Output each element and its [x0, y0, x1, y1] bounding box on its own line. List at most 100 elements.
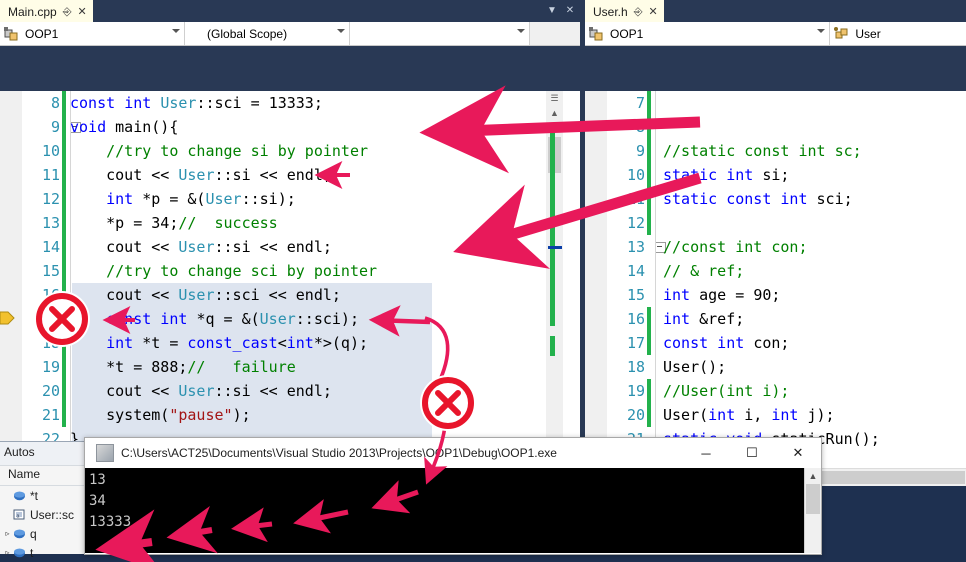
left-code-text[interactable]: const int User::sci = 13333; void main(){… [70, 91, 377, 475]
change-bar [62, 355, 66, 379]
code-line[interactable]: static const int sci; [663, 187, 880, 211]
code-line[interactable] [663, 211, 880, 235]
code-token: 13333 [268, 94, 314, 112]
line-number: 20 [626, 406, 645, 424]
code-line[interactable] [663, 91, 880, 115]
code-line[interactable]: int *p = &(User::si); [70, 187, 377, 211]
autos-row-name: User::sc [30, 507, 75, 522]
code-line[interactable]: int &ref; [663, 307, 880, 331]
static-icon: a [13, 509, 27, 521]
svg-text:a: a [17, 513, 20, 519]
autos-row[interactable]: ▹ q [0, 524, 86, 543]
console-output-text: 13 34 13333 [89, 472, 132, 530]
code-line[interactable]: const int con; [663, 331, 880, 355]
tab-user-h[interactable]: User.h ⎆ ✕ [585, 0, 664, 23]
code-line[interactable]: User(int i, int j); [663, 403, 880, 427]
code-line[interactable]: cout << User::si << endl; [70, 235, 377, 259]
tab-list-dropdown-icon[interactable]: ▼ [544, 2, 560, 20]
project-dropdown[interactable]: OOP1 [0, 22, 186, 45]
map-change-mark [550, 336, 555, 356]
scroll-up-arrow-icon[interactable]: ▲ [546, 106, 563, 121]
expander-icon[interactable]: ▹ [2, 529, 13, 538]
scroll-split-icon[interactable]: ☰ [546, 91, 563, 106]
right-nav-bar: OOP1 User [585, 22, 966, 46]
field-icon [13, 490, 27, 502]
code-line[interactable]: cout << User::si << endl; [70, 379, 377, 403]
code-line[interactable]: //User(int i); [663, 379, 880, 403]
autos-row[interactable]: a User::sc [0, 505, 86, 524]
minimize-button[interactable]: ─ [683, 438, 729, 468]
code-line[interactable]: int age = 90; [663, 283, 880, 307]
console-scrollbar[interactable]: ▲ [804, 468, 821, 553]
code-token: const int [106, 310, 197, 328]
maximize-button[interactable]: ☐ [729, 438, 775, 468]
console-output-area[interactable]: 13 34 13333 ▲ [85, 468, 821, 553]
code-line[interactable]: void main(){ [70, 115, 377, 139]
code-line[interactable] [663, 115, 880, 139]
close-button[interactable]: ✕ [775, 438, 821, 468]
scroll-up-arrow-icon[interactable]: ▲ [805, 468, 821, 484]
member-dropdown[interactable] [350, 22, 531, 45]
scope-dropdown-value: (Global Scope) [207, 26, 288, 41]
console-icon [96, 444, 114, 462]
left-vertical-scrollbar[interactable]: ☰ ▲ ▼ [546, 91, 563, 469]
change-bar [647, 379, 651, 403]
right-project-dropdown[interactable]: OOP1 [585, 22, 831, 45]
pane-splitter[interactable] [580, 0, 585, 440]
line-number: 10 [626, 166, 645, 184]
code-line[interactable]: const int *q = &(User::sci); [70, 307, 377, 331]
left-line-numbers: 891011121314151617181920212223 [22, 91, 60, 475]
close-icon[interactable]: ✕ [649, 1, 658, 23]
code-token: *q = &( [196, 310, 260, 328]
right-glyph-margin[interactable] [585, 91, 607, 486]
code-token: //try to change si by pointer [70, 142, 369, 160]
code-line[interactable]: cout << User::si << endl; [70, 163, 377, 187]
autos-row-name: q [30, 526, 37, 541]
project-dropdown-value: OOP1 [25, 26, 59, 41]
console-window[interactable]: C:\Users\ACT25\Documents\Visual Studio 2… [84, 437, 822, 555]
pin-icon[interactable]: ⎆ [634, 1, 643, 23]
code-line[interactable]: *p = 34;// success [70, 211, 377, 235]
change-bar [647, 187, 651, 211]
code-line[interactable]: const int User::sci = 13333; [70, 91, 377, 115]
left-glyph-margin[interactable] [0, 91, 22, 486]
console-scroll-thumb[interactable] [806, 484, 820, 514]
pin-icon[interactable]: ⎆ [63, 1, 72, 23]
code-line[interactable]: cout << User::sci << endl; [70, 283, 377, 307]
code-token: 888 [151, 358, 179, 376]
code-token: *p = &( [142, 190, 206, 208]
code-line[interactable]: // & ref; [663, 259, 880, 283]
code-token: User [178, 238, 215, 256]
line-number: 8 [635, 118, 645, 136]
code-line[interactable]: User(); [663, 355, 880, 379]
code-line[interactable]: static int si; [663, 163, 880, 187]
code-line[interactable]: //try to change si by pointer [70, 139, 377, 163]
tab-main-cpp[interactable]: Main.cpp ⎆ ✕ [0, 0, 93, 23]
right-code-editor[interactable]: 78910111213141516171819202122 //static c… [585, 91, 966, 486]
close-icon[interactable]: ✕ [78, 1, 87, 23]
autos-panel: Autos Name *t a User::sc ▹ q ▹ t [0, 441, 86, 560]
code-line[interactable]: //const int con; [663, 235, 880, 259]
code-line[interactable]: //try to change sci by pointer [70, 259, 377, 283]
autos-column-header: Name [0, 465, 86, 486]
chevron-down-icon [337, 29, 346, 33]
right-class-dropdown[interactable]: User [830, 22, 966, 45]
change-bar [62, 259, 66, 283]
close-tab-button[interactable]: ✕ [562, 2, 578, 20]
right-code-text[interactable]: //static const int sc; static int si; stat… [663, 91, 880, 475]
autos-row[interactable]: *t [0, 486, 86, 505]
left-code-editor[interactable]: 891011121314151617181920212223 const int… [0, 91, 580, 486]
scope-dropdown[interactable]: (Global Scope) [185, 22, 351, 45]
right-line-numbers: 78910111213141516171819202122 [607, 91, 645, 475]
autos-row-name: *t [30, 488, 39, 503]
code-line[interactable]: *t = 888;// failure [70, 355, 377, 379]
code-line[interactable]: system("pause"); [70, 403, 377, 427]
map-change-mark [550, 131, 555, 326]
code-token: i, [744, 406, 772, 424]
code-token: sci; [816, 190, 853, 208]
code-line[interactable]: //static const int sc; [663, 139, 880, 163]
code-token: *>(q); [313, 334, 369, 352]
code-line[interactable]: int *t = const_cast<int*>(q); [70, 331, 377, 355]
console-title-bar[interactable]: C:\Users\ACT25\Documents\Visual Studio 2… [85, 438, 821, 468]
chevron-down-icon [172, 29, 181, 33]
